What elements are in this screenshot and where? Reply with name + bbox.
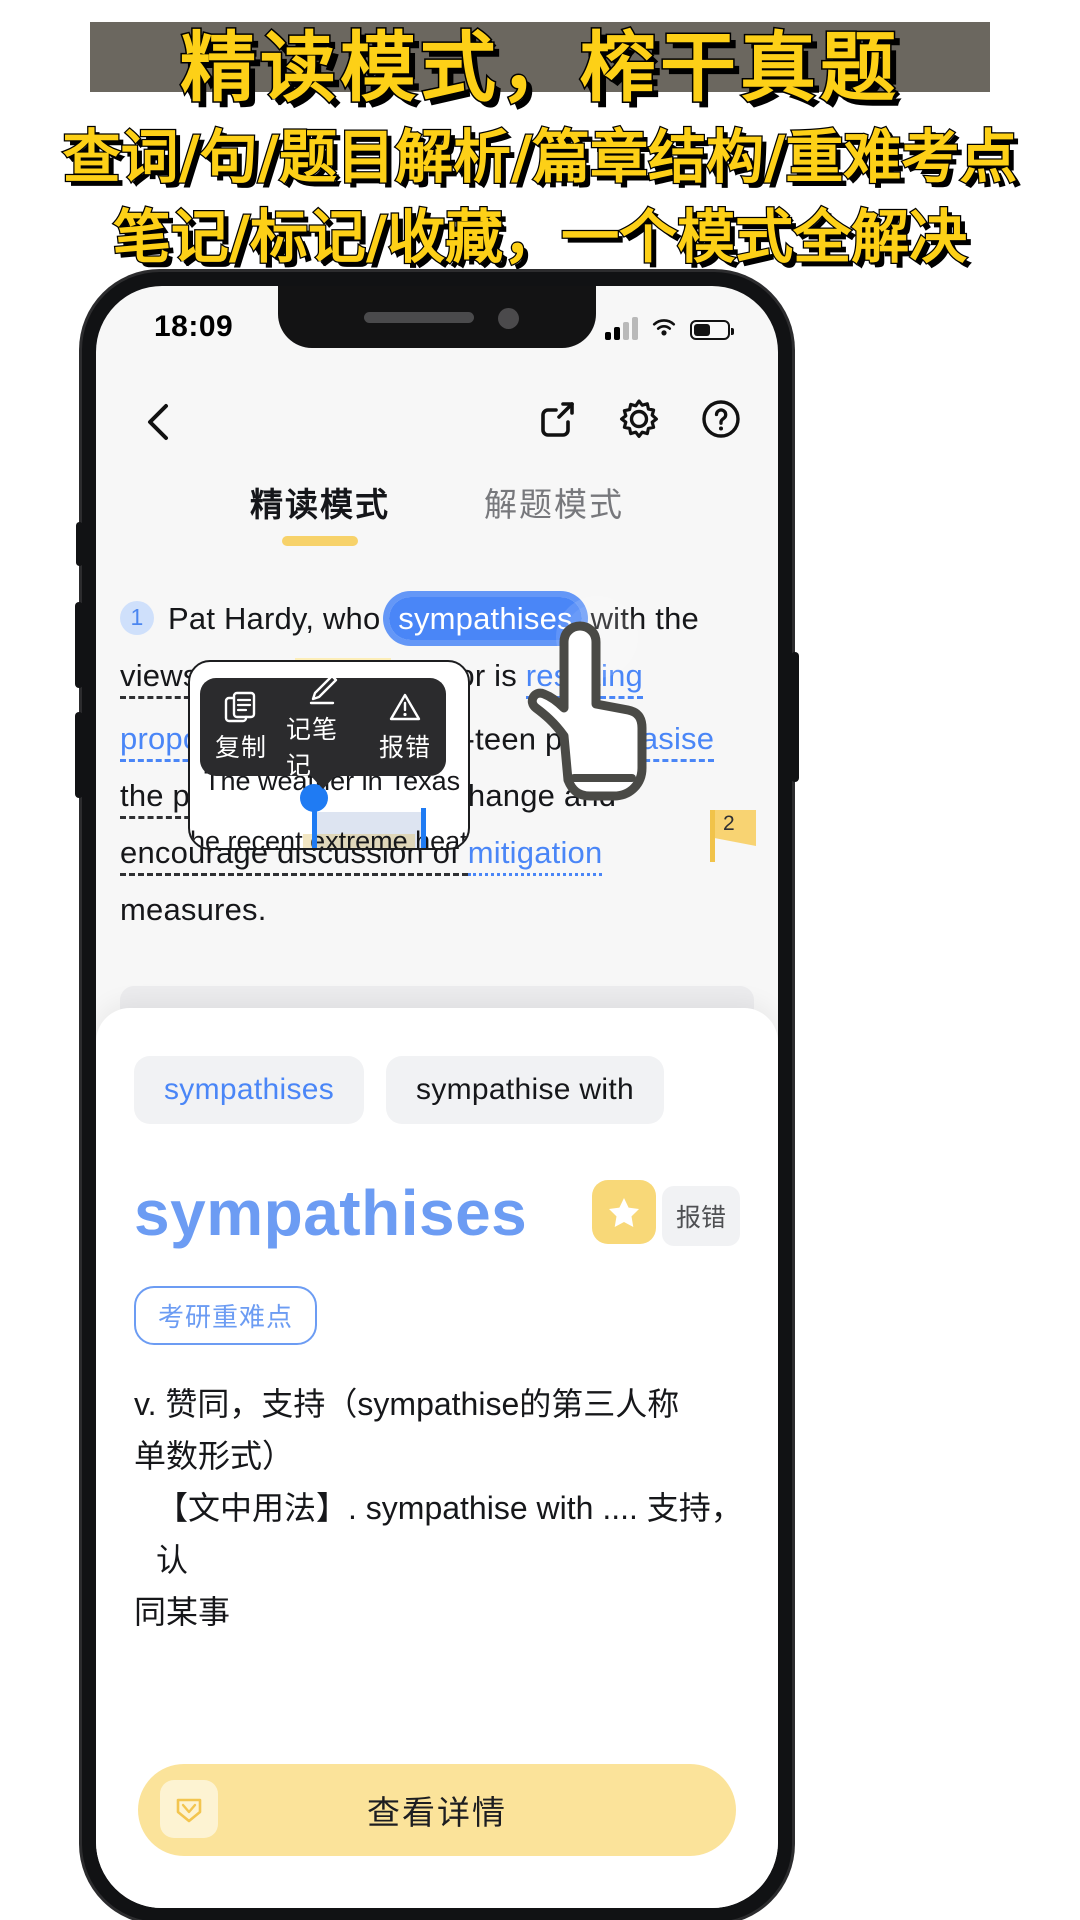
promo-subtitle-line-2: 笔记/标记/收藏，一个模式全解决	[112, 202, 969, 273]
context-menu-item-copy[interactable]: 复制	[204, 690, 278, 764]
exam-key-point-badge: 考研重难点	[134, 1286, 318, 1345]
flag-number: 2	[723, 812, 735, 835]
chip-sympathises[interactable]: sympathises	[134, 1056, 365, 1124]
cellular-signal-icon	[605, 317, 638, 340]
tab-intensive-reading-label: 精读模式	[250, 486, 390, 523]
volume-up-button[interactable]	[75, 602, 83, 688]
star-filled-icon	[609, 1198, 639, 1227]
context-menu-item-note[interactable]: 记笔记	[286, 672, 360, 782]
promo-title: 精读模式，榨干真题	[179, 22, 900, 114]
context-menu-note-label: 记笔记	[286, 716, 339, 780]
gear-icon[interactable]	[614, 394, 664, 444]
favorite-star-button[interactable]	[592, 1180, 656, 1244]
selection-handle-right[interactable]	[421, 808, 426, 848]
dictionary-definitions: v. 赞同，支持（sympathise的第三人称 单数形式） 【文中用法】. s…	[134, 1378, 746, 1638]
context-menu-copy-label: 复制	[214, 734, 267, 762]
selection-context-menu: 复制 记笔记 报错	[200, 674, 446, 780]
sentence-selected-word[interactable]: extreme	[310, 826, 408, 848]
definition-line-4: 同某事	[134, 1594, 231, 1630]
context-menu-report-label: 报错	[378, 734, 431, 762]
app-navigation-bar	[96, 384, 778, 462]
back-button[interactable]	[134, 396, 186, 448]
passage-word-views[interactable]: views	[120, 658, 199, 699]
phone-mockup: 18:09 精读模式 解题模式 1 Pat Hardy, who sympath…	[75, 272, 799, 1920]
power-button[interactable]	[791, 652, 799, 782]
front-camera	[498, 308, 519, 329]
selection-handle-left[interactable]	[300, 784, 328, 848]
diamond-shape-icon	[176, 1798, 202, 1823]
share-external-icon[interactable]	[532, 394, 582, 444]
phone-screen: 18:09 精读模式 解题模式 1 Pat Hardy, who sympath…	[96, 286, 778, 1908]
question-circle-icon[interactable]	[696, 394, 746, 444]
bookmark-flag[interactable]: 2	[710, 810, 756, 862]
flag-pole	[710, 810, 715, 862]
paragraph-index-badge: 1	[120, 600, 154, 635]
dictionary-headword: sympathises	[134, 1177, 528, 1249]
tab-problem-solving-label: 解题模式	[484, 486, 624, 523]
copy-icon	[224, 691, 256, 723]
tab-intensive-reading[interactable]: 精读模式	[250, 472, 390, 558]
status-time: 18:09	[154, 310, 234, 343]
promo-poster: 精读模式，榨干真题 查词/句/题目解析/篇章结构/重难考点 笔记/标记/收藏，一…	[0, 0, 1080, 1920]
dictionary-headword-row: sympathises 报错	[134, 1176, 740, 1262]
definition-line-3: 【文中用法】. sympathise with .... 支持，认	[156, 1490, 743, 1578]
passage-word-mitigation[interactable]: mitigation	[467, 835, 603, 877]
sentence-seg-a: he recent	[190, 826, 311, 850]
definition-line-2: 单数形式）	[134, 1438, 295, 1474]
tab-problem-solving[interactable]: 解题模式	[484, 472, 624, 558]
status-indicators	[605, 312, 734, 340]
view-details-label: 查看详情	[367, 1794, 507, 1831]
report-error-button[interactable]: 报错	[661, 1186, 740, 1246]
volume-down-button[interactable]	[75, 712, 83, 798]
mode-tabs: 精读模式 解题模式	[96, 472, 778, 558]
warning-triangle-icon	[389, 693, 421, 721]
nav-action-group	[532, 394, 746, 444]
promo-subtitle-line-1: 查词/句/题目解析/篇章结构/重难考点	[61, 122, 1018, 193]
definition-line-1: v. 赞同，支持（sympathise的第三人称	[134, 1386, 680, 1422]
mute-switch[interactable]	[76, 522, 83, 566]
earpiece-speaker	[364, 312, 474, 323]
battery-icon	[690, 320, 734, 340]
tab-active-underline	[282, 536, 358, 546]
context-menu-item-report[interactable]: 报错	[368, 690, 442, 764]
chip-sympathise-with[interactable]: sympathise with	[386, 1056, 664, 1124]
passage-seg-12: measures.	[120, 892, 267, 928]
passage-seg-1: Pat Hardy, who	[168, 601, 390, 636]
flag-cloth	[715, 810, 756, 846]
view-details-button[interactable]: 查看详情	[138, 1764, 736, 1856]
hand-cursor-icon	[527, 621, 647, 801]
dictionary-word-chips: sympathises sympathise with	[134, 1056, 664, 1124]
sentence-seg-b: heat, but t	[415, 826, 470, 850]
pencil-note-icon	[309, 674, 338, 705]
phone-notch	[278, 286, 596, 348]
wifi-icon	[652, 319, 676, 336]
diamond-badge-icon	[160, 1780, 218, 1838]
dictionary-bottom-sheet: sympathises sympathise with sympathises …	[96, 1008, 778, 1908]
sentence-line-2: he recent extreme heat, but t	[190, 826, 470, 850]
